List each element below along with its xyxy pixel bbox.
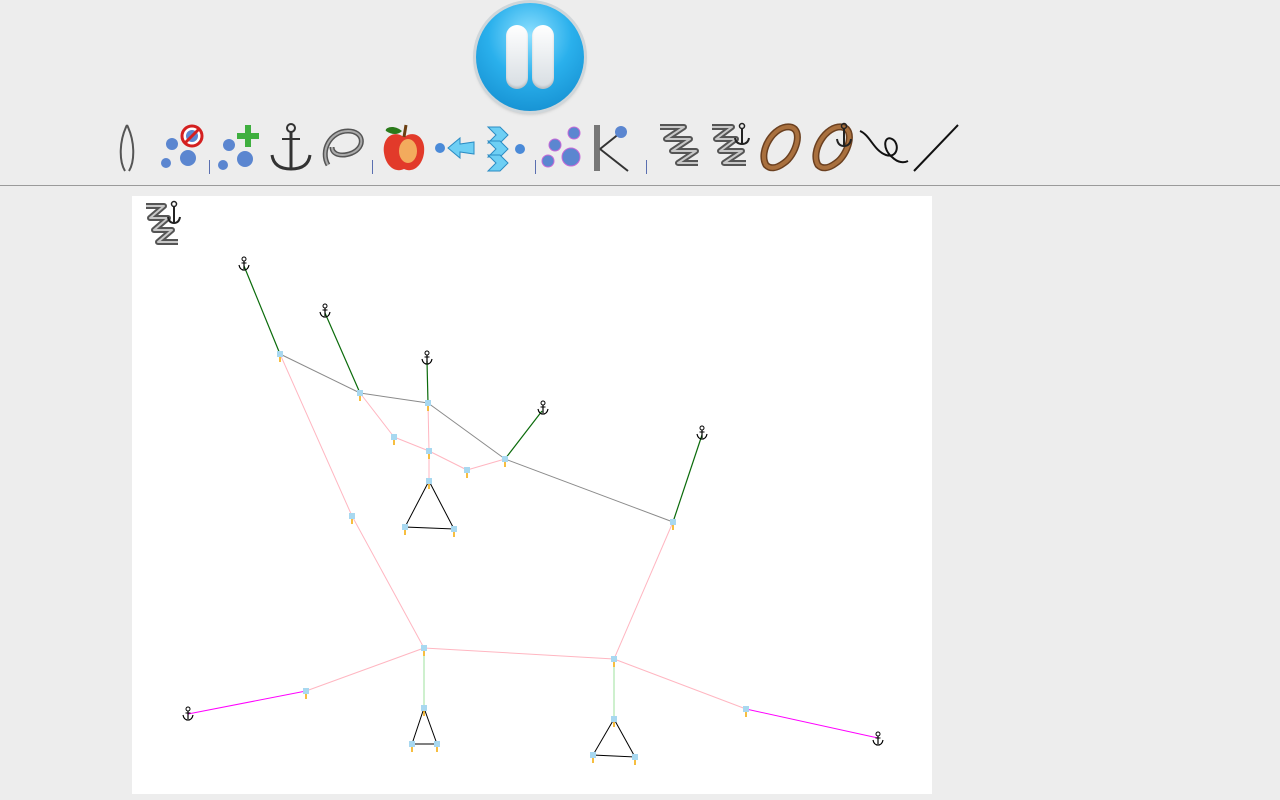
mass-node bbox=[348, 512, 356, 525]
mass-node bbox=[501, 455, 509, 468]
mass-node bbox=[425, 447, 433, 460]
wind-arrows-icon bbox=[486, 126, 525, 172]
anchor-icon bbox=[421, 350, 433, 365]
add-nodes-tool-button[interactable] bbox=[213, 121, 265, 175]
toolbar-separator bbox=[535, 160, 536, 174]
pause-icon bbox=[506, 25, 528, 89]
green-links bbox=[423, 648, 615, 719]
pull-arrow-icon bbox=[435, 136, 475, 160]
apple-icon bbox=[383, 124, 425, 171]
anchor-icon bbox=[270, 123, 312, 171]
mass-node bbox=[408, 740, 416, 753]
mass-node bbox=[610, 655, 618, 668]
mass-node bbox=[433, 740, 441, 753]
string-icon bbox=[859, 130, 909, 164]
rubber-band-anchor-icon bbox=[812, 122, 853, 172]
wire-tool-button[interactable] bbox=[102, 121, 154, 175]
string-tool-button[interactable] bbox=[858, 121, 910, 175]
toolbar-separator bbox=[372, 160, 373, 174]
select-nodes-icon bbox=[541, 126, 581, 168]
anchor-tool-button[interactable] bbox=[266, 121, 318, 175]
connect-tool-button[interactable] bbox=[590, 121, 642, 175]
anchor-icon bbox=[872, 731, 884, 746]
anchor-icon bbox=[537, 400, 549, 415]
mass-node bbox=[302, 687, 310, 700]
current-tool-indicator bbox=[140, 198, 186, 248]
spring-anchor-tool-button[interactable] bbox=[706, 121, 758, 175]
anchor-icon bbox=[319, 303, 331, 318]
gray-links bbox=[279, 353, 674, 523]
select-nodes-tool-button[interactable] bbox=[538, 121, 590, 175]
mass-node bbox=[589, 751, 597, 764]
anchor-icon bbox=[238, 256, 250, 271]
mass-nodes[interactable] bbox=[276, 350, 750, 766]
anchor-icon bbox=[696, 425, 708, 440]
anchor-springs bbox=[243, 265, 703, 523]
wire-loop-icon bbox=[119, 124, 135, 172]
spring-tool-button[interactable] bbox=[654, 121, 706, 175]
rubber-band-icon bbox=[760, 123, 801, 172]
apple-tool-button[interactable] bbox=[378, 121, 430, 175]
pause-button[interactable] bbox=[476, 3, 584, 111]
mass-node bbox=[356, 389, 364, 402]
pull-tool-button[interactable] bbox=[430, 121, 482, 175]
spring-icon bbox=[660, 124, 699, 166]
mass-node bbox=[610, 715, 618, 728]
rubber-band-anchor-tool-button[interactable] bbox=[808, 121, 860, 175]
rope-loop-tool-button[interactable] bbox=[318, 121, 370, 175]
wind-tool-button[interactable] bbox=[482, 121, 534, 175]
simulation-scene[interactable] bbox=[132, 196, 932, 794]
mass-node bbox=[424, 399, 432, 412]
toolbar-separator bbox=[646, 160, 647, 174]
add-nodes-icon bbox=[218, 125, 259, 170]
simulation-canvas[interactable] bbox=[132, 196, 932, 794]
spring-anchor-icon bbox=[146, 200, 181, 245]
magenta-springs bbox=[187, 690, 879, 739]
pink-springs bbox=[279, 353, 747, 710]
spring-anchor-icon bbox=[712, 122, 750, 166]
toolbar-divider bbox=[0, 185, 1280, 186]
mass-node bbox=[463, 466, 471, 479]
mass-node bbox=[450, 525, 458, 538]
mass-node bbox=[420, 644, 428, 657]
mass-node bbox=[742, 705, 750, 718]
line-tool-button[interactable] bbox=[910, 121, 962, 175]
mass-node bbox=[401, 523, 409, 536]
delete-nodes-tool-button[interactable] bbox=[156, 121, 208, 175]
toolbar-separator bbox=[209, 160, 210, 174]
mass-node bbox=[276, 350, 284, 363]
rope-loop-icon bbox=[322, 128, 364, 167]
delete-nodes-icon bbox=[161, 124, 204, 168]
connect-nodes-icon bbox=[594, 125, 629, 172]
line-icon bbox=[913, 124, 959, 172]
mass-node bbox=[631, 753, 639, 766]
mass-node bbox=[425, 477, 433, 490]
toolbar bbox=[0, 0, 1280, 185]
rigid-triangles bbox=[404, 479, 636, 758]
mass-node bbox=[669, 518, 677, 531]
pause-icon-bar-2 bbox=[532, 25, 554, 89]
mass-node bbox=[390, 433, 398, 446]
rubber-band-tool-button[interactable] bbox=[756, 121, 808, 175]
anchor-points bbox=[182, 256, 884, 746]
